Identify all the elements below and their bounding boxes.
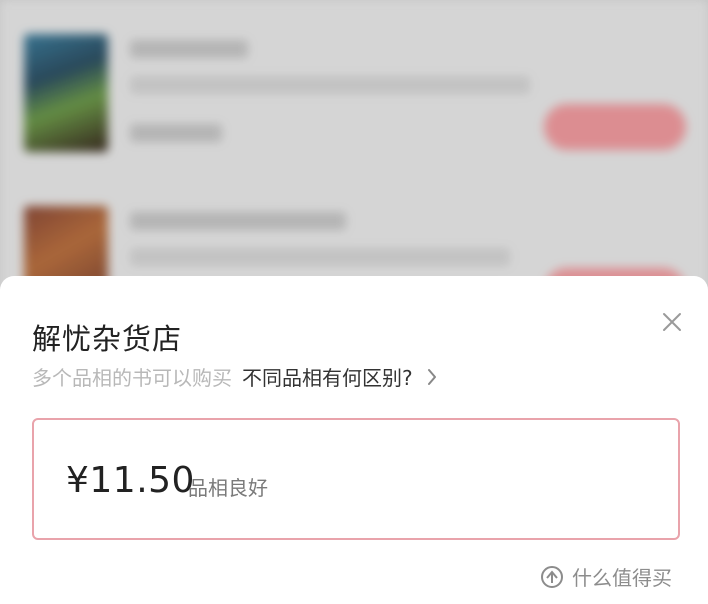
condition-difference-link[interactable]: 不同品相有何区别? — [242, 362, 413, 391]
sheet-title: 解忧杂货店 — [32, 322, 183, 356]
watermark-text: 什么值得买 — [572, 566, 672, 590]
condition-bottom-sheet: 解忧杂货店 多个品相的书可以购买 不同品相有何区别? ¥11.50 品相良好 — [0, 276, 708, 604]
condition-option[interactable]: ¥11.50 品相良好 — [32, 418, 680, 540]
option-condition: 品相良好 — [188, 476, 268, 500]
logo-icon — [540, 565, 564, 589]
sheet-subtitle: 多个品相的书可以购买 不同品相有何区别? — [32, 362, 437, 391]
option-price: ¥11.50 — [66, 460, 195, 501]
close-button[interactable] — [654, 304, 690, 340]
close-icon — [663, 313, 681, 331]
subtitle-note: 多个品相的书可以购买 — [32, 366, 232, 390]
watermark: 什么值得买 — [540, 562, 672, 591]
chevron-right-icon[interactable] — [427, 368, 437, 386]
